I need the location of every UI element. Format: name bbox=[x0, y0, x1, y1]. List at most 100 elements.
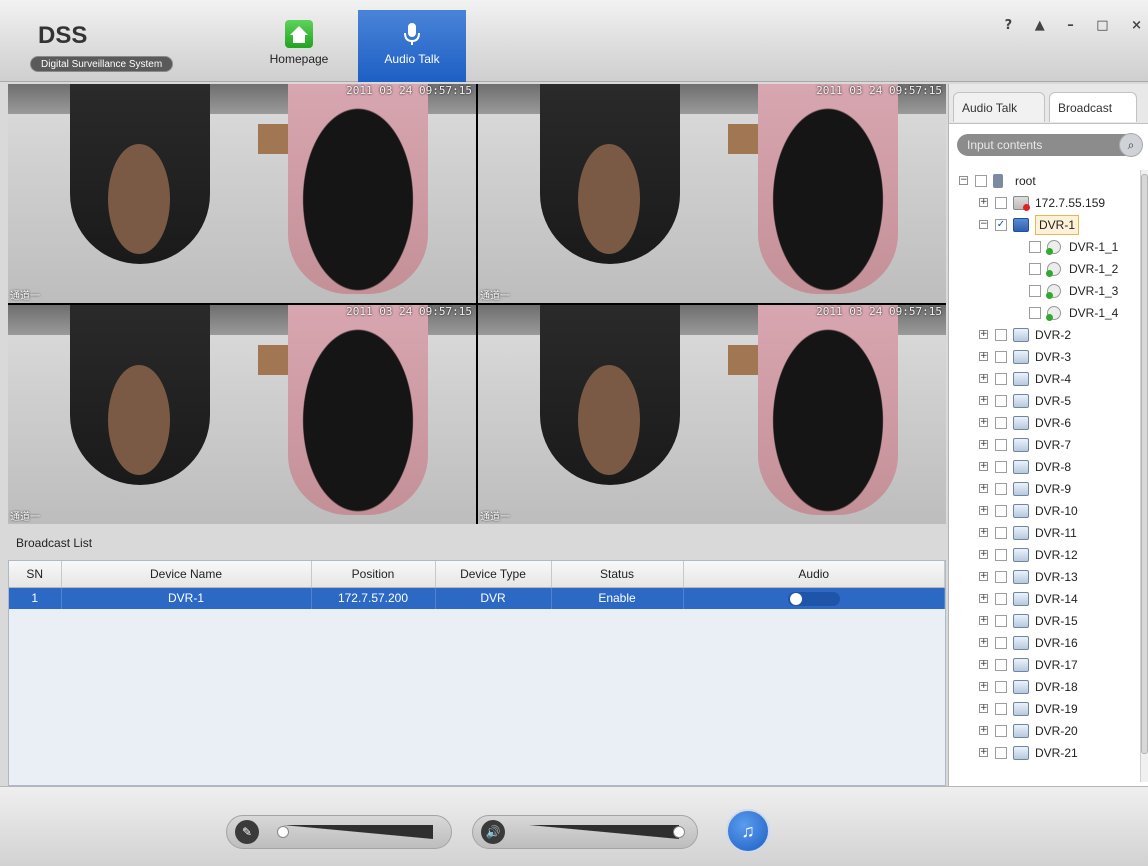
help-button[interactable]: ? bbox=[1005, 18, 1013, 33]
search-icon[interactable]: ⌕ bbox=[1119, 133, 1143, 157]
minimize-button[interactable]: – bbox=[1067, 18, 1074, 33]
tree-item[interactable]: + DVR-20 bbox=[949, 720, 1141, 742]
expand-icon[interactable]: + bbox=[979, 550, 988, 559]
tree-item[interactable]: + DVR-4 bbox=[949, 368, 1141, 390]
tree-checkbox[interactable] bbox=[995, 527, 1007, 539]
lock-button[interactable]: ▲ bbox=[1035, 18, 1045, 33]
expand-icon[interactable]: + bbox=[979, 418, 988, 427]
tree-checkbox[interactable] bbox=[995, 197, 1007, 209]
tab-audio-talk[interactable]: Audio Talk bbox=[358, 10, 466, 82]
audio-toggle[interactable] bbox=[787, 591, 840, 606]
tree-item[interactable]: + DVR-16 bbox=[949, 632, 1141, 654]
tree-scrollbar[interactable] bbox=[1140, 170, 1148, 782]
tree-checkbox[interactable] bbox=[995, 703, 1007, 715]
tree-item[interactable]: DVR-1_1 bbox=[949, 236, 1141, 258]
tree-checkbox[interactable] bbox=[995, 329, 1007, 341]
tree-item[interactable]: + DVR-14 bbox=[949, 588, 1141, 610]
video-cell[interactable]: 2011 03 24 09:57:15 通道一 bbox=[478, 84, 946, 303]
tree-item[interactable]: + DVR-21 bbox=[949, 742, 1141, 764]
tab-audio-talk-panel[interactable]: Audio Talk bbox=[953, 92, 1045, 122]
tree-checkbox[interactable] bbox=[995, 461, 1007, 473]
talk-button[interactable]: ♫ bbox=[726, 809, 770, 853]
tree-checkbox[interactable] bbox=[995, 351, 1007, 363]
tree-checkbox[interactable] bbox=[1029, 241, 1041, 253]
collapse-icon[interactable]: − bbox=[979, 220, 988, 229]
expand-icon[interactable]: + bbox=[979, 330, 988, 339]
search-input[interactable] bbox=[957, 134, 1117, 156]
close-button[interactable]: × bbox=[1131, 18, 1142, 33]
column-header-status[interactable]: Status bbox=[551, 561, 684, 588]
expand-icon[interactable]: + bbox=[979, 616, 988, 625]
speaker-volume-control[interactable]: 🔊 bbox=[472, 815, 698, 849]
tree-checkbox[interactable] bbox=[1029, 263, 1041, 275]
expand-icon[interactable]: + bbox=[979, 704, 988, 713]
tree-item[interactable]: DVR-1_2 bbox=[949, 258, 1141, 280]
tree-item[interactable]: − root bbox=[949, 170, 1141, 192]
expand-icon[interactable]: + bbox=[979, 506, 988, 515]
expand-icon[interactable]: + bbox=[979, 682, 988, 691]
tree-checkbox[interactable] bbox=[995, 439, 1007, 451]
tree-item[interactable]: DVR-1_4 bbox=[949, 302, 1141, 324]
expand-icon[interactable]: + bbox=[979, 748, 988, 757]
expand-icon[interactable]: + bbox=[979, 352, 988, 361]
tree-checkbox[interactable] bbox=[995, 571, 1007, 583]
column-header-position[interactable]: Position bbox=[311, 561, 436, 588]
scrollbar-thumb[interactable] bbox=[1141, 174, 1148, 754]
video-cell[interactable]: 2011 03 24 09:57:15 通道一 bbox=[8, 84, 476, 303]
tree-item[interactable]: + DVR-10 bbox=[949, 500, 1141, 522]
expand-icon[interactable]: + bbox=[979, 198, 988, 207]
tree-checkbox[interactable]: ✓ bbox=[995, 219, 1007, 231]
tab-broadcast[interactable]: Broadcast bbox=[1049, 92, 1137, 122]
tree-checkbox[interactable] bbox=[995, 483, 1007, 495]
tree-checkbox[interactable] bbox=[995, 395, 1007, 407]
expand-icon[interactable]: + bbox=[979, 462, 988, 471]
tree-checkbox[interactable] bbox=[995, 681, 1007, 693]
tree-item[interactable]: + DVR-2 bbox=[949, 324, 1141, 346]
tree-item[interactable]: + DVR-9 bbox=[949, 478, 1141, 500]
expand-icon[interactable]: + bbox=[979, 440, 988, 449]
tree-checkbox[interactable] bbox=[995, 373, 1007, 385]
tree-checkbox[interactable] bbox=[995, 615, 1007, 627]
speaker-volume-track[interactable] bbox=[529, 825, 679, 839]
collapse-icon[interactable]: − bbox=[959, 176, 968, 185]
tree-item[interactable]: + DVR-3 bbox=[949, 346, 1141, 368]
tree-item[interactable]: + DVR-15 bbox=[949, 610, 1141, 632]
tree-checkbox[interactable] bbox=[995, 593, 1007, 605]
table-row[interactable]: 1 DVR-1 172.7.57.200 DVR Enable bbox=[9, 587, 945, 609]
tree-item[interactable]: + DVR-6 bbox=[949, 412, 1141, 434]
expand-icon[interactable]: + bbox=[979, 638, 988, 647]
tree-checkbox[interactable] bbox=[1029, 307, 1041, 319]
column-header-audio[interactable]: Audio bbox=[683, 561, 945, 588]
expand-icon[interactable]: + bbox=[979, 528, 988, 537]
tree-item[interactable]: + DVR-17 bbox=[949, 654, 1141, 676]
expand-icon[interactable]: + bbox=[979, 726, 988, 735]
video-cell[interactable]: 2011 03 24 09:57:15 通道一 bbox=[478, 305, 946, 524]
tree-item[interactable]: + DVR-19 bbox=[949, 698, 1141, 720]
tree-checkbox[interactable] bbox=[995, 505, 1007, 517]
expand-icon[interactable]: + bbox=[979, 396, 988, 405]
tree-item[interactable]: + DVR-11 bbox=[949, 522, 1141, 544]
expand-icon[interactable]: + bbox=[979, 484, 988, 493]
tree-checkbox[interactable] bbox=[995, 637, 1007, 649]
mic-volume-track[interactable] bbox=[283, 825, 433, 839]
speaker-volume-knob[interactable] bbox=[673, 826, 685, 838]
tree-checkbox[interactable] bbox=[1029, 285, 1041, 297]
video-cell[interactable]: 2011 03 24 09:57:15 通道一 bbox=[8, 305, 476, 524]
tree-item[interactable]: + DVR-8 bbox=[949, 456, 1141, 478]
column-header-device-name[interactable]: Device Name bbox=[61, 561, 312, 588]
tree-checkbox[interactable] bbox=[995, 417, 1007, 429]
mic-volume-knob[interactable] bbox=[277, 826, 289, 838]
tree-item[interactable]: DVR-1_3 bbox=[949, 280, 1141, 302]
tree-item[interactable]: +172.7.55.159 bbox=[949, 192, 1141, 214]
expand-icon[interactable]: + bbox=[979, 660, 988, 669]
tree-checkbox[interactable] bbox=[995, 659, 1007, 671]
tree-checkbox[interactable] bbox=[975, 175, 987, 187]
mic-volume-control[interactable]: ✎ bbox=[226, 815, 452, 849]
column-header-device-type[interactable]: Device Type bbox=[435, 561, 552, 588]
expand-icon[interactable]: + bbox=[979, 374, 988, 383]
tree-item[interactable]: + DVR-13 bbox=[949, 566, 1141, 588]
tree-item[interactable]: + DVR-18 bbox=[949, 676, 1141, 698]
tree-item[interactable]: + DVR-5 bbox=[949, 390, 1141, 412]
tab-homepage[interactable]: Homepage bbox=[256, 10, 342, 82]
expand-icon[interactable]: + bbox=[979, 594, 988, 603]
